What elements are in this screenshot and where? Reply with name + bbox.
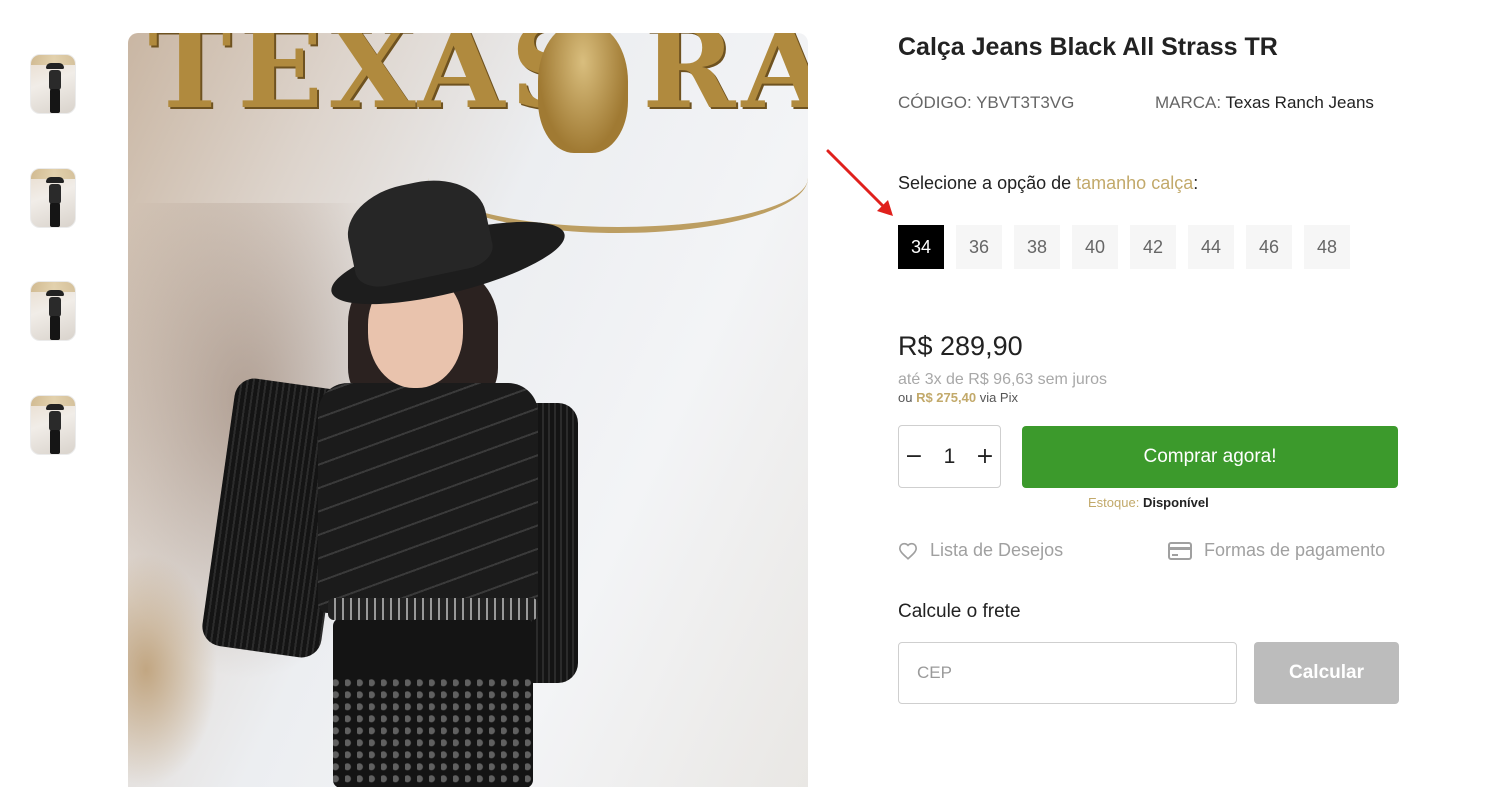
heart-icon (898, 542, 918, 560)
thumbnail-figure (46, 290, 64, 340)
size-option-42[interactable]: 42 (1130, 225, 1176, 269)
stock-label: Estoque: (1088, 495, 1140, 510)
payment-methods-link[interactable]: Formas de pagamento (1168, 540, 1385, 561)
product-title: Calça Jeans Black All Strass TR (898, 33, 1278, 61)
size-option-40[interactable]: 40 (1072, 225, 1118, 269)
stock-status: Estoque: Disponível (1088, 495, 1209, 510)
product-brand-value: Texas Ranch Jeans (1225, 93, 1374, 112)
size-prompt-prefix: Selecione a opção de (898, 173, 1077, 193)
main-product-image[interactable]: TEXAS RAN (128, 33, 808, 787)
product-price: R$ 289,90 (898, 331, 1023, 361)
size-option-36[interactable]: 36 (956, 225, 1002, 269)
size-option-34[interactable]: 34 (898, 225, 944, 269)
image-model (199, 169, 588, 787)
quantity-decrease-button[interactable]: − (899, 426, 929, 487)
quantity-input[interactable] (929, 426, 970, 487)
size-prompt-accent: tamanho calça (1076, 173, 1194, 193)
thumbnail-2[interactable] (30, 168, 76, 228)
thumbnail-figure (46, 63, 64, 113)
pix-price-info: ou R$ 275,40 via Pix (898, 390, 1018, 405)
size-option-38[interactable]: 38 (1014, 225, 1060, 269)
buy-now-button[interactable]: Comprar agora! (1022, 426, 1398, 488)
image-wheat-decoration (128, 553, 218, 787)
pix-price: R$ 275,40 (916, 390, 977, 405)
installments-info: até 3x de R$ 96,63 sem juros (898, 371, 1108, 388)
stock-value: Disponível (1142, 495, 1209, 510)
size-prompt: Selecione a opção de tamanho calça: (898, 173, 1198, 194)
product-code-value: YBVT3T3VG (976, 93, 1075, 112)
thumbnail-figure (46, 404, 64, 454)
product-code-label: CÓDIGO: (898, 93, 972, 112)
size-option-44[interactable]: 44 (1188, 225, 1234, 269)
pix-suffix: via Pix (976, 390, 1018, 405)
thumbnail-3[interactable] (30, 281, 76, 341)
size-option-46[interactable]: 46 (1246, 225, 1292, 269)
payment-methods-label: Formas de pagamento (1204, 540, 1386, 560)
size-option-48[interactable]: 48 (1304, 225, 1350, 269)
thumbnail-figure (46, 177, 64, 227)
quantity-increase-button[interactable]: + (970, 426, 1000, 487)
calculate-shipping-button[interactable]: Calcular (1254, 642, 1399, 704)
image-skull-ornament (538, 33, 628, 153)
red-arrow-icon (826, 149, 893, 216)
size-prompt-suffix: : (1193, 173, 1199, 193)
shipping-title: Calcule o frete (898, 601, 1021, 622)
wishlist-link[interactable]: Lista de Desejos (898, 540, 1063, 561)
image-brand-lettering: TEXAS RAN (148, 33, 808, 134)
wishlist-label: Lista de Desejos (930, 540, 1064, 560)
product-brand-label: MARCA: (1155, 93, 1222, 112)
pix-prefix: ou (898, 390, 917, 405)
credit-card-icon (1168, 541, 1192, 560)
thumbnail-4[interactable] (30, 395, 76, 455)
product-brand: MARCA: Texas Ranch Jeans (1155, 93, 1374, 113)
product-code: CÓDIGO: YBVT3T3VG (898, 93, 1074, 113)
thumbnail-1[interactable] (30, 54, 76, 114)
cep-input[interactable] (898, 642, 1237, 704)
quantity-stepper: − + (898, 425, 1001, 488)
